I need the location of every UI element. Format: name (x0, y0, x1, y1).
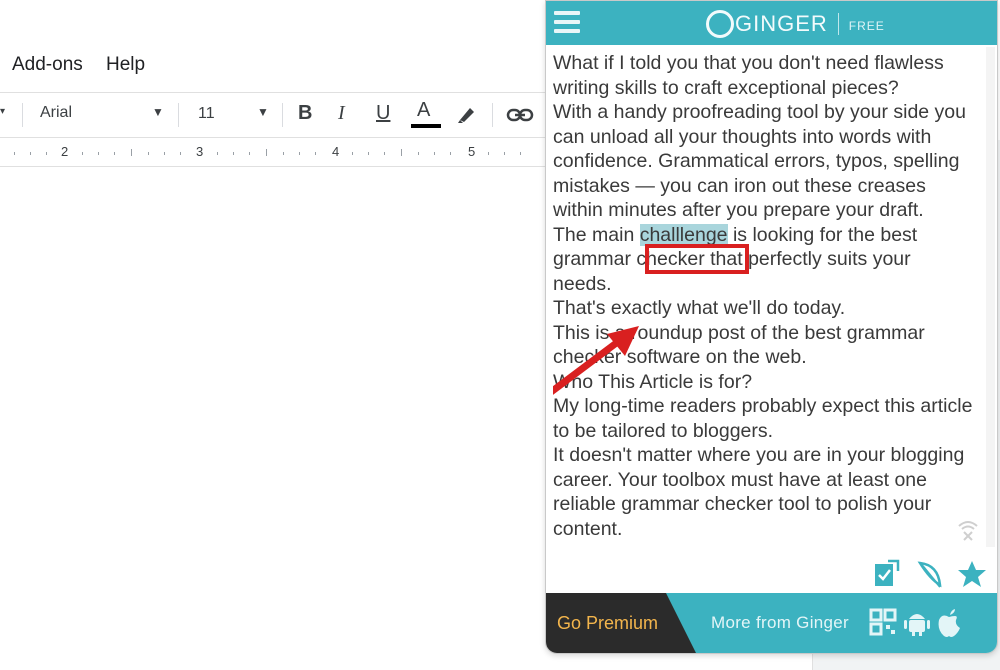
flagged-word[interactable]: challlenge (639, 223, 728, 246)
text-color-button[interactable]: A (417, 99, 430, 122)
plan-badge: FREE (848, 19, 885, 33)
caret-down-icon[interactable]: ▾ (0, 106, 5, 117)
paragraph: It doesn't matter where you are in your … (553, 444, 965, 540)
qr-code-icon[interactable] (869, 608, 897, 636)
callout-arrow-icon (553, 326, 639, 395)
star-icon[interactable] (956, 559, 988, 589)
ruler-number: 2 (61, 144, 69, 159)
proofread-text[interactable]: What if I told you that you don't need f… (553, 51, 973, 551)
bold-button[interactable]: B (298, 102, 312, 125)
apple-icon[interactable] (936, 608, 962, 638)
toolbar-separator (22, 103, 23, 127)
font-size-chevron-icon[interactable]: ▼ (257, 105, 269, 119)
quill-icon[interactable] (916, 559, 944, 589)
toolbar-separator (178, 103, 179, 127)
ginger-logo-mark (706, 10, 734, 38)
ruler-number: 4 (332, 144, 340, 159)
paragraph: With a handy proofreading tool by your s… (553, 101, 966, 221)
android-icon[interactable] (904, 608, 930, 636)
menu-help[interactable]: Help (106, 54, 145, 76)
docs-menubar: Add-ons Help (0, 46, 545, 84)
menu-addons[interactable]: Add-ons (12, 54, 83, 76)
ginger-header: GINGER FREE (546, 1, 997, 45)
no-connection-icon (958, 521, 978, 541)
menu-icon[interactable] (554, 11, 580, 33)
scrollbar[interactable] (986, 47, 995, 547)
link-icon[interactable] (506, 105, 534, 125)
ruler-number: 3 (196, 144, 204, 159)
paragraph: What if I told you that you don't need f… (553, 52, 944, 99)
document-page[interactable] (0, 170, 545, 670)
font-family-select[interactable]: Arial (40, 104, 72, 122)
ginger-brand: GINGER (735, 11, 828, 36)
docs-toolbar: ▾ Arial ▼ 11 ▼ B I U A (0, 92, 545, 138)
error-callout-box (645, 244, 749, 274)
font-size-select[interactable]: 11 (198, 105, 215, 123)
italic-button[interactable]: I (338, 102, 345, 125)
ginger-footer: Go Premium More from Ginger (546, 593, 997, 653)
text-color-swatch (411, 124, 441, 128)
docs-ruler: 2 3 4 5 (0, 138, 545, 167)
logo-divider (837, 13, 839, 35)
ruler-number: 5 (468, 144, 476, 159)
rephrase-icon[interactable] (872, 559, 900, 589)
underline-button[interactable]: U (376, 102, 390, 125)
more-from-ginger-label[interactable]: More from Ginger (711, 613, 849, 633)
sentence-text: The main (553, 223, 640, 246)
font-family-chevron-icon[interactable]: ▼ (152, 105, 164, 119)
highlighter-icon[interactable] (456, 104, 478, 124)
toolbar-separator (282, 103, 283, 127)
toolbar-separator (492, 103, 493, 127)
ginger-logo: GINGER FREE (706, 9, 885, 39)
ginger-panel: GINGER FREE What if I told you that you … (545, 0, 998, 654)
panel-actions (546, 557, 997, 593)
flagged-paragraph: The main challlenge is looking for the b… (553, 223, 973, 297)
